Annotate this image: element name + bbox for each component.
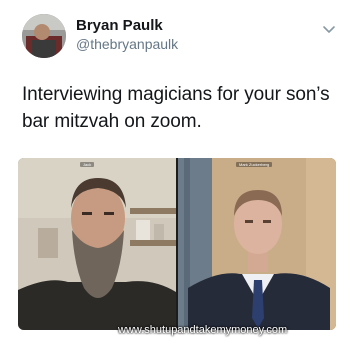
tweet-image[interactable]: Jack Mark Zuckerberg xyxy=(18,158,336,330)
author-handle[interactable]: @thebryanpaulk xyxy=(76,36,178,52)
video-tile-left: Jack xyxy=(18,158,176,330)
participant-tag-right: Mark Zuckerberg xyxy=(236,162,273,167)
participant-tag-left: Jack xyxy=(80,162,95,167)
chevron-down-icon[interactable] xyxy=(322,22,336,33)
watermark: www.shutupandtakemymoney.com xyxy=(118,324,288,336)
author-name[interactable]: Bryan Paulk xyxy=(76,17,163,34)
tweet-text: Interviewing magicians for your son’s ba… xyxy=(22,84,330,132)
avatar[interactable] xyxy=(22,14,66,58)
video-tile-right: Mark Zuckerberg xyxy=(178,158,336,330)
